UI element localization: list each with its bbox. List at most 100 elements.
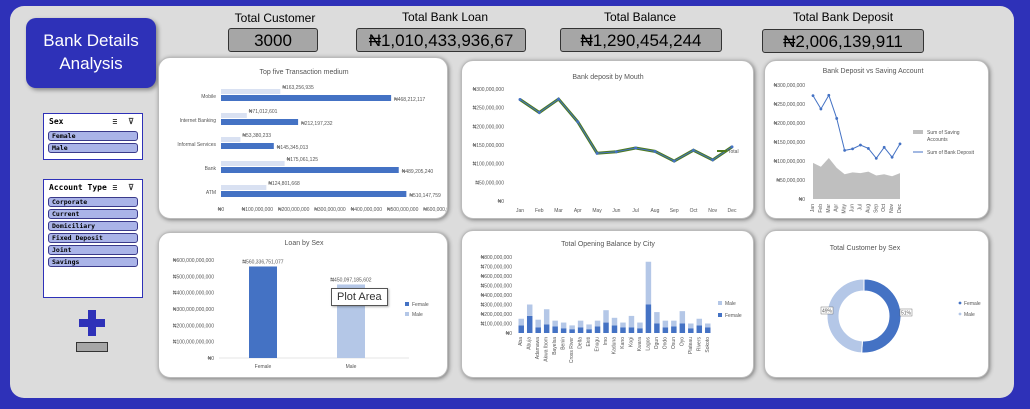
legend-swatch [718, 313, 722, 317]
kpi-deposit-label: Total Bank Deposit [792, 10, 894, 24]
transaction-medium-svg: Top five Transaction medium ₦0 ₦100,000,0… [177, 69, 447, 213]
legend-label: Sum of Bank Deposit [927, 150, 975, 156]
bar-male [586, 324, 592, 330]
line-point [827, 93, 831, 97]
line-point [653, 149, 657, 153]
bar-female [628, 327, 635, 333]
bar-male [620, 322, 626, 328]
line-point [595, 151, 599, 155]
legend-swatch [718, 301, 722, 305]
data-label: 49% [822, 309, 833, 315]
slicer-item-savings[interactable]: Savings [48, 257, 138, 267]
bar-female [611, 325, 618, 333]
line-point [537, 111, 541, 115]
x-tick-label: Sep [670, 208, 679, 214]
y-tick-label: ₦100,000,000 [774, 159, 806, 165]
bar-male [645, 261, 652, 305]
x-tick-label: ₦0 [218, 207, 225, 213]
slicer-filter-icons[interactable]: ≡ ⊽ [113, 183, 138, 192]
bar-female [586, 329, 592, 333]
minus-button[interactable] [76, 342, 108, 352]
bar [249, 266, 277, 358]
x-tick-label: Aug [865, 204, 871, 213]
legend-label: Female [964, 301, 981, 307]
y-tick-label: ₦150,000,000 [473, 143, 505, 149]
y-tick-label: ₦400,000,000 [481, 293, 513, 299]
bar-light [221, 137, 241, 142]
legend-label: Female [412, 302, 429, 308]
x-tick-label: Feb [535, 208, 544, 214]
bar-male [662, 320, 669, 328]
x-tick-label: Kaduna [612, 337, 618, 354]
y-tick-label: ₦400,000,000,000 [173, 291, 214, 297]
category-label: Mobile [201, 94, 216, 100]
slicer-item-female[interactable]: Female [48, 131, 138, 141]
bar-male [654, 312, 660, 324]
x-tick-label: Feb [818, 204, 824, 213]
bar-female [688, 328, 694, 333]
line-point [672, 159, 676, 163]
legend-label: Total [728, 149, 739, 155]
slicer-item-domiciliary[interactable]: Domiciliary [48, 221, 138, 231]
bar-female [518, 325, 524, 333]
x-tick-label: Benin [561, 337, 567, 350]
category-label: ATM [206, 190, 216, 196]
bar-male [611, 317, 618, 326]
category-label: Bank [205, 166, 217, 172]
bar-male [688, 323, 694, 329]
plus-icon[interactable] [79, 310, 105, 336]
bar-female [637, 328, 643, 333]
x-tick-label: Dec [897, 204, 903, 213]
y-tick-label: ₦300,000,000 [481, 303, 513, 309]
bar-dark [221, 191, 407, 197]
x-tick-label: Kano [620, 337, 626, 349]
line-point [518, 97, 522, 101]
legend-label: Sum of Saving [927, 130, 960, 136]
y-tick-label: ₦0 [208, 356, 215, 362]
bar-male [679, 311, 686, 324]
bar-male [526, 304, 533, 316]
data-label: ₦212,197,232 [301, 121, 333, 127]
line-point [557, 97, 561, 101]
legend-swatch [958, 312, 962, 316]
y-tick-label: ₦500,000,000 [481, 284, 513, 290]
slicer-filter-icons[interactable]: ≡ ⊽ [113, 117, 138, 126]
line-point [882, 145, 886, 149]
legend-label: Male [412, 312, 423, 318]
chart-title: Loan by Sex [285, 240, 324, 247]
x-tick-label: Adamawa [535, 337, 541, 359]
y-tick-label: ₦0 [506, 331, 513, 337]
x-tick-label: Apr [834, 204, 840, 212]
slicer-item-male[interactable]: Male [48, 143, 138, 153]
x-tick-label: Jul [857, 204, 863, 210]
y-tick-label: ₦300,000,000 [473, 87, 505, 93]
kpi-balance-value: ₦1,290,454,244 [560, 28, 722, 52]
bar-female [620, 327, 626, 333]
x-tick-label: Aba [518, 337, 524, 346]
deposit-by-month-chart: Bank deposit by Mouth ₦0 ₦50,000,000 ₦100,… [461, 60, 754, 219]
x-tick-label: ₦300,000,000 [314, 207, 346, 213]
x-tick-label: Delta [578, 337, 584, 349]
data-label: ₦71,012,601 [249, 109, 278, 115]
slicer-item-fixed-deposit[interactable]: Fixed Deposit [48, 233, 138, 243]
line-point [691, 148, 695, 152]
slicer-item-current[interactable]: Current [48, 209, 138, 219]
x-tick-label: Oyo [679, 337, 685, 346]
x-tick-label: Oct [881, 203, 887, 211]
bar-female [594, 326, 601, 333]
dashboard-title: Bank Details Analysis [26, 18, 156, 88]
legend-label: Female [725, 313, 742, 319]
account-type-slicer: Account Type ≡ ⊽ Corporate Current Domic… [43, 179, 143, 298]
line-point [576, 120, 580, 124]
sex-slicer-title: Sex [49, 117, 64, 126]
bar-light [221, 89, 281, 94]
deposit-month-svg: Bank deposit by Mouth ₦0 ₦50,000,000 ₦100,… [473, 74, 739, 214]
kpi-customers-label: Total Customer [234, 11, 316, 25]
x-tick-label: Ekiti [586, 337, 592, 346]
category-label: Internet Banking [180, 118, 217, 124]
x-tick-label: Ondo [662, 337, 668, 349]
y-tick-label: ₦600,000,000,000 [173, 258, 214, 264]
bar-female [560, 328, 567, 333]
slicer-item-corporate[interactable]: Corporate [48, 197, 138, 207]
slicer-item-joint[interactable]: Joint [48, 245, 138, 255]
